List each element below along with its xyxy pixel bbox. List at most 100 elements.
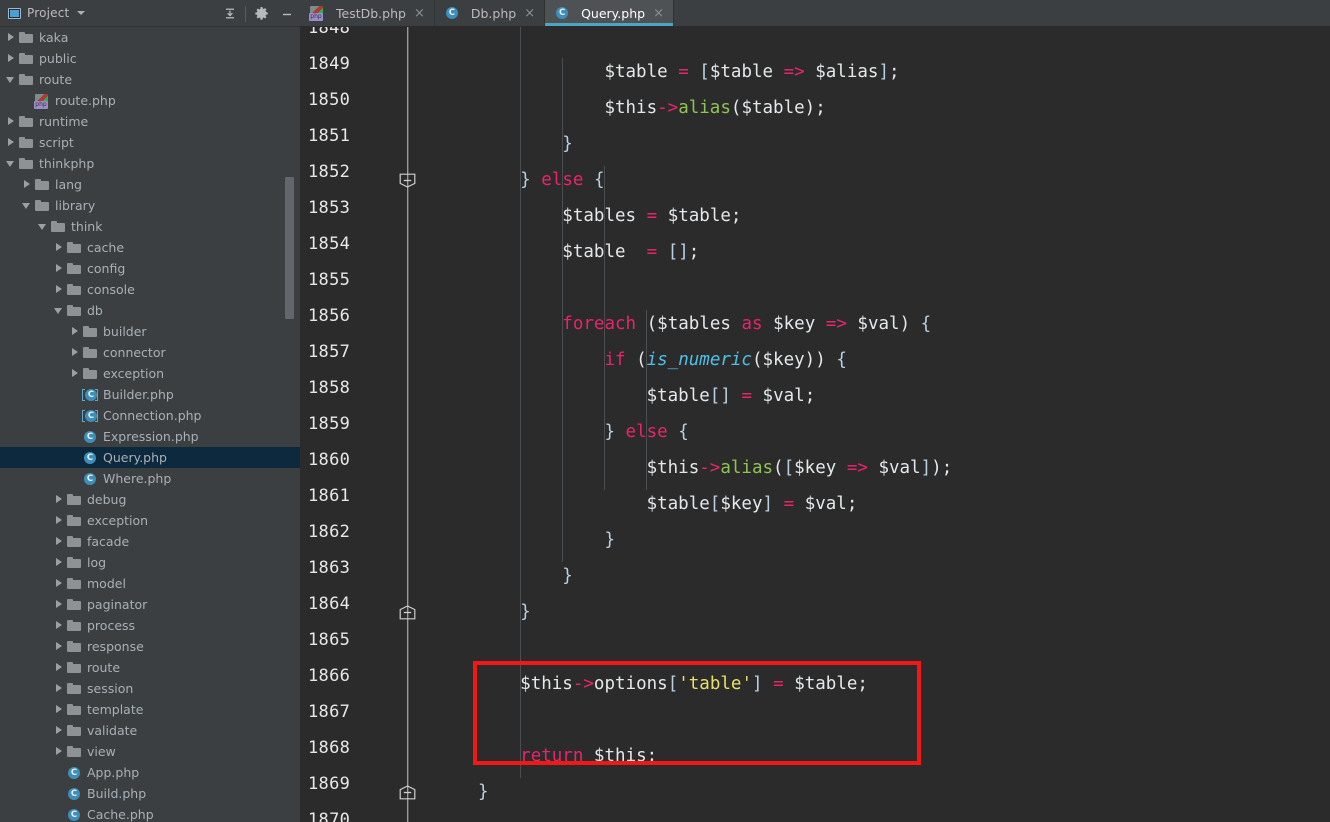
tree-item-template[interactable]: template	[0, 699, 300, 720]
tree-item-exception[interactable]: exception	[0, 363, 300, 384]
code-line[interactable]: }	[478, 126, 573, 162]
chevron-down-icon[interactable]	[6, 159, 15, 168]
project-scrollbar-thumb[interactable]	[285, 177, 294, 319]
chevron-right-icon[interactable]	[54, 663, 63, 672]
tree-item-db[interactable]: db	[0, 300, 300, 321]
tree-item-cache[interactable]: cache	[0, 237, 300, 258]
code-line[interactable]: $this->options['table'] = $table;	[478, 666, 868, 702]
tree-item-public[interactable]: public	[0, 48, 300, 69]
code-line[interactable]: }	[478, 522, 615, 558]
chevron-right-icon[interactable]	[70, 369, 79, 378]
chevron-right-icon[interactable]	[22, 180, 31, 189]
editor-tab-query-php[interactable]: Query.php ×	[545, 0, 674, 26]
tree-item-connection-php[interactable]: C Connection.php	[0, 405, 300, 426]
collapse-all-icon[interactable]	[217, 0, 243, 27]
tree-item-where-php[interactable]: Where.php	[0, 468, 300, 489]
code-line[interactable]: if (is_numeric($key)) {	[478, 342, 846, 378]
tree-item-exception[interactable]: exception	[0, 510, 300, 531]
code-line[interactable]: }	[478, 594, 531, 630]
project-file-tree[interactable]: kaka public route route.php runtime script thi…	[0, 27, 300, 822]
tree-item-debug[interactable]: debug	[0, 489, 300, 510]
minimize-icon[interactable]	[274, 0, 300, 27]
chevron-down-icon[interactable]	[38, 222, 47, 231]
tree-item-route-php[interactable]: route.php	[0, 90, 300, 111]
chevron-down-icon[interactable]	[6, 75, 15, 84]
tree-item-connector[interactable]: connector	[0, 342, 300, 363]
tree-item-lang[interactable]: lang	[0, 174, 300, 195]
tree-item-expression-php[interactable]: Expression.php	[0, 426, 300, 447]
chevron-right-icon[interactable]	[54, 579, 63, 588]
chevron-right-icon[interactable]	[54, 285, 63, 294]
chevron-right-icon[interactable]	[6, 138, 15, 147]
fold-marker-1864[interactable]	[399, 605, 416, 620]
tree-item-think[interactable]: think	[0, 216, 300, 237]
code-line[interactable]: $this->alias([$key => $val]);	[478, 450, 953, 486]
chevron-right-icon[interactable]	[54, 684, 63, 693]
tree-item-paginator[interactable]: paginator	[0, 594, 300, 615]
chevron-right-icon[interactable]	[54, 558, 63, 567]
tree-item-route[interactable]: route	[0, 657, 300, 678]
fold-marker-1869[interactable]	[399, 785, 416, 800]
tree-item-view[interactable]: view	[0, 741, 300, 762]
tree-item-query-php[interactable]: Query.php	[0, 447, 300, 468]
code-line[interactable]: } else {	[478, 162, 604, 198]
tree-item-route[interactable]: route	[0, 69, 300, 90]
tree-item-thinkphp[interactable]: thinkphp	[0, 153, 300, 174]
tree-item-console[interactable]: console	[0, 279, 300, 300]
code-line[interactable]: $tables = $table;	[478, 198, 741, 234]
code-line[interactable]: $table = [$table => $alias];	[478, 54, 899, 90]
gear-icon[interactable]	[248, 0, 274, 27]
chevron-down-icon[interactable]	[54, 306, 63, 315]
tree-item-config[interactable]: config	[0, 258, 300, 279]
chevron-right-icon[interactable]	[6, 54, 15, 63]
chevron-right-icon[interactable]	[6, 117, 15, 126]
tree-item-cache-php[interactable]: Cache.php	[0, 804, 300, 822]
tree-item-log[interactable]: log	[0, 552, 300, 573]
tree-item-model[interactable]: model	[0, 573, 300, 594]
chevron-right-icon[interactable]	[54, 747, 63, 756]
close-icon[interactable]: ×	[414, 7, 425, 20]
chevron-right-icon[interactable]	[54, 600, 63, 609]
chevron-down-icon[interactable]	[77, 11, 86, 15]
chevron-right-icon[interactable]	[70, 327, 79, 336]
code-line[interactable]: }	[478, 774, 489, 810]
chevron-right-icon[interactable]	[54, 537, 63, 546]
tree-item-validate[interactable]: validate	[0, 720, 300, 741]
tree-item-builder-php[interactable]: C Builder.php	[0, 384, 300, 405]
editor-viewport[interactable]: 1848 1849 1850 1851 1852 1853 1854 1855 1856 1857…	[300, 27, 1330, 822]
chevron-right-icon[interactable]	[54, 243, 63, 252]
chevron-right-icon[interactable]	[54, 621, 63, 630]
close-icon[interactable]: ×	[653, 7, 664, 20]
tree-item-build-php[interactable]: Build.php	[0, 783, 300, 804]
code-line[interactable]: }	[478, 558, 573, 594]
tree-item-builder[interactable]: builder	[0, 321, 300, 342]
tree-item-runtime[interactable]: runtime	[0, 111, 300, 132]
chevron-right-icon[interactable]	[54, 726, 63, 735]
tree-item-script[interactable]: script	[0, 132, 300, 153]
close-icon[interactable]: ×	[524, 7, 535, 20]
chevron-right-icon[interactable]	[54, 495, 63, 504]
chevron-right-icon[interactable]	[54, 642, 63, 651]
tree-item-session[interactable]: session	[0, 678, 300, 699]
code-line[interactable]: $table[$key] = $val;	[478, 486, 858, 522]
code-line[interactable]: return $this;	[478, 738, 657, 774]
chevron-down-icon[interactable]	[22, 201, 31, 210]
chevron-right-icon[interactable]	[70, 348, 79, 357]
tree-item-process[interactable]: process	[0, 615, 300, 636]
chevron-right-icon[interactable]	[6, 33, 15, 42]
project-scrollbar-track[interactable]	[285, 27, 297, 822]
code-content[interactable]: $table = [$table => $alias]; $this->alia…	[413, 27, 1330, 822]
code-line[interactable]: $table = [];	[478, 234, 699, 270]
tree-item-facade[interactable]: facade	[0, 531, 300, 552]
tree-item-app-php[interactable]: App.php	[0, 762, 300, 783]
chevron-right-icon[interactable]	[54, 705, 63, 714]
chevron-right-icon[interactable]	[54, 516, 63, 525]
chevron-right-icon[interactable]	[54, 264, 63, 273]
tree-item-library[interactable]: library	[0, 195, 300, 216]
editor-tab-db-php[interactable]: Db.php ×	[435, 0, 546, 26]
code-line[interactable]: $this->alias($table);	[478, 90, 825, 126]
tree-item-response[interactable]: response	[0, 636, 300, 657]
editor-tab-testdb-php[interactable]: TestDb.php ×	[300, 0, 435, 26]
code-line[interactable]: foreach ($tables as $key => $val) {	[478, 306, 931, 342]
tree-item-kaka[interactable]: kaka	[0, 27, 300, 48]
